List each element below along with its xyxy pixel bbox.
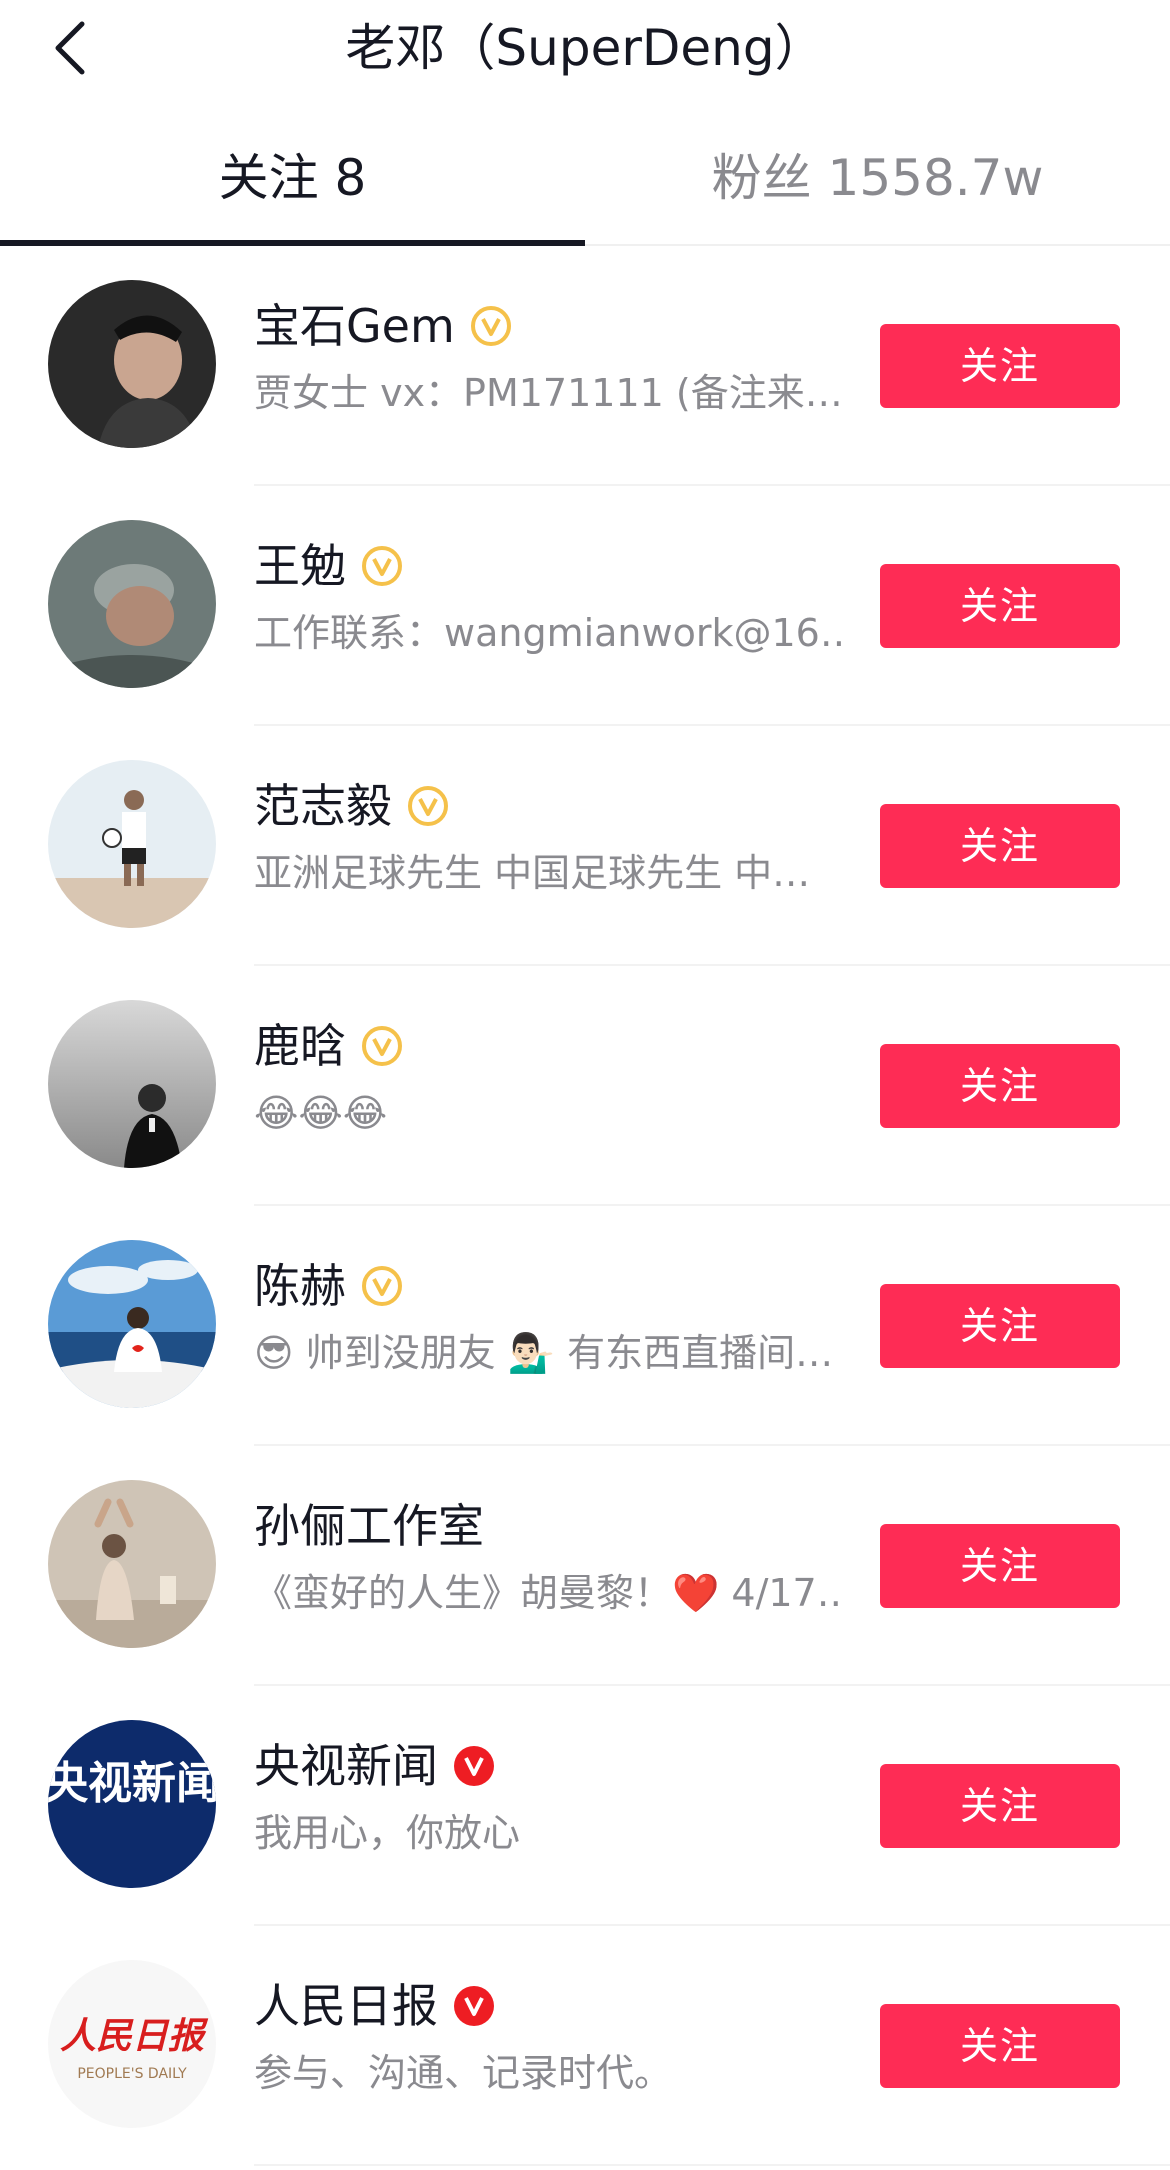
tab-following[interactable]: 关注 8 <box>0 148 585 208</box>
follow-button[interactable]: 关注 <box>880 1764 1120 1848</box>
avatar-logo-subtext: PEOPLE'S DAILY <box>77 2066 187 2082</box>
follow-button[interactable]: 关注 <box>880 324 1120 408</box>
list-item[interactable]: 人民日报 PEOPLE'S DAILY 人民日报 参与、沟通、记录时代。 关注 <box>0 1926 1170 2166</box>
avatar[interactable] <box>48 1000 216 1168</box>
user-bio: 贾女士 vx：PM171111 (备注来… <box>254 371 843 415</box>
avatar[interactable] <box>48 1240 216 1408</box>
user-name[interactable]: 陈赫 <box>254 1256 346 1316</box>
list-item[interactable]: 王勉 工作联系：wangmianwork@16… 关注 <box>0 486 1170 726</box>
user-bio: 《蛮好的人生》胡曼黎！❤️ 4/17… <box>254 1571 844 1615</box>
user-bio: 参与、沟通、记录时代。 <box>254 2051 673 2095</box>
divider <box>254 2164 1170 2166</box>
follow-button[interactable]: 关注 <box>880 1284 1120 1368</box>
header: 老邓（SuperDeng） <box>0 0 1170 100</box>
gold-verified-icon <box>362 1026 402 1066</box>
avatar[interactable]: 人民日报 PEOPLE'S DAILY <box>48 1960 216 2128</box>
page-title: 老邓（SuperDeng） <box>345 19 825 77</box>
user-name[interactable]: 央视新闻 <box>254 1736 438 1796</box>
gold-verified-icon <box>470 306 511 346</box>
list-item[interactable]: 孙俪工作室 《蛮好的人生》胡曼黎！❤️ 4/17… 关注 <box>0 1446 1170 1686</box>
following-list: 宝石Gem 贾女士 vx：PM171111 (备注来… 关注 王勉 工作联系：w… <box>0 246 1170 2166</box>
avatar[interactable]: 央视新闻 <box>48 1720 216 1888</box>
gold-verified-icon <box>362 1266 402 1306</box>
follow-button[interactable]: 关注 <box>880 1524 1120 1608</box>
list-item[interactable]: 央视新闻 央视新闻 我用心，你放心 关注 <box>0 1686 1170 1926</box>
avatar[interactable] <box>48 280 216 448</box>
user-name[interactable]: 孙俪工作室 <box>254 1496 484 1556</box>
user-bio: 工作联系：wangmianwork@16… <box>254 611 844 655</box>
avatar[interactable] <box>48 520 216 688</box>
tab-bar: 关注 8 粉丝 1558.7w <box>0 118 1170 246</box>
user-name[interactable]: 人民日报 <box>254 1976 438 2036</box>
user-name[interactable]: 王勉 <box>254 536 346 596</box>
follow-button[interactable]: 关注 <box>880 2004 1120 2088</box>
list-item[interactable]: 范志毅 亚洲足球先生 中国足球先生 中… 关注 <box>0 726 1170 966</box>
tab-followers[interactable]: 粉丝 1558.7w <box>585 148 1170 208</box>
follow-button[interactable]: 关注 <box>880 1044 1120 1128</box>
gold-verified-icon <box>362 546 402 586</box>
list-item[interactable]: 鹿晗 😂😂😂 关注 <box>0 966 1170 1206</box>
list-item[interactable]: 宝石Gem 贾女士 vx：PM171111 (备注来… 关注 <box>0 246 1170 486</box>
red-verified-icon <box>454 1986 494 2026</box>
user-name[interactable]: 鹿晗 <box>254 1016 346 1076</box>
avatar[interactable] <box>48 1480 216 1648</box>
avatar-logo-text: 人民日报 <box>60 2015 209 2057</box>
avatar[interactable] <box>48 760 216 928</box>
user-bio: 亚洲足球先生 中国足球先生 中… <box>254 851 811 895</box>
red-verified-icon <box>454 1746 494 1786</box>
follow-button[interactable]: 关注 <box>880 564 1120 648</box>
user-name[interactable]: 范志毅 <box>254 776 392 836</box>
user-name[interactable]: 宝石Gem <box>254 296 455 356</box>
user-bio: 😎 帅到没朋友 💁🏻‍♂️ 有东西直播间… <box>254 1331 834 1375</box>
user-bio: 我用心，你放心 <box>254 1811 521 1855</box>
avatar-logo-text: 央视新闻 <box>48 1758 216 1809</box>
gold-verified-icon <box>408 786 448 826</box>
follow-button[interactable]: 关注 <box>880 804 1120 888</box>
list-item[interactable]: 陈赫 😎 帅到没朋友 💁🏻‍♂️ 有东西直播间… 关注 <box>0 1206 1170 1446</box>
user-bio: 😂😂😂 <box>254 1091 388 1135</box>
